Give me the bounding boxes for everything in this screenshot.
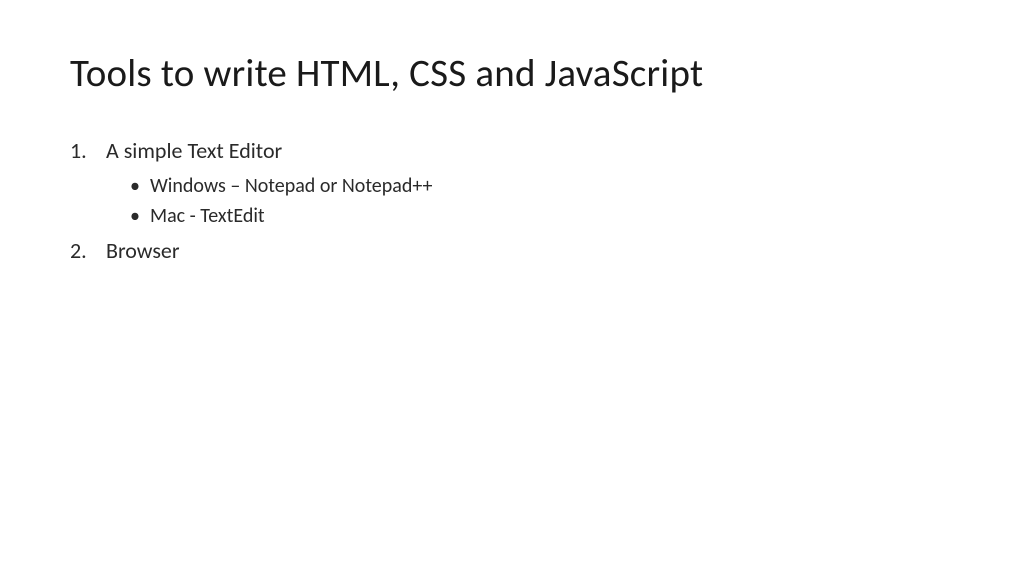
sub-list-item: Mac - TextEdit [130, 201, 954, 231]
sub-list: Windows – Notepad or Notepad++ Mac - Tex… [106, 171, 954, 231]
list-item-label: Browser [106, 237, 180, 264]
list-item: Browser [70, 235, 954, 267]
sub-list-item: Windows – Notepad or Notepad++ [130, 171, 954, 201]
main-list: A simple Text Editor Windows – Notepad o… [70, 135, 954, 267]
slide-title: Tools to write HTML, CSS and JavaScript [70, 50, 954, 97]
list-item-label: A simple Text Editor [106, 137, 282, 164]
list-item: A simple Text Editor Windows – Notepad o… [70, 135, 954, 231]
